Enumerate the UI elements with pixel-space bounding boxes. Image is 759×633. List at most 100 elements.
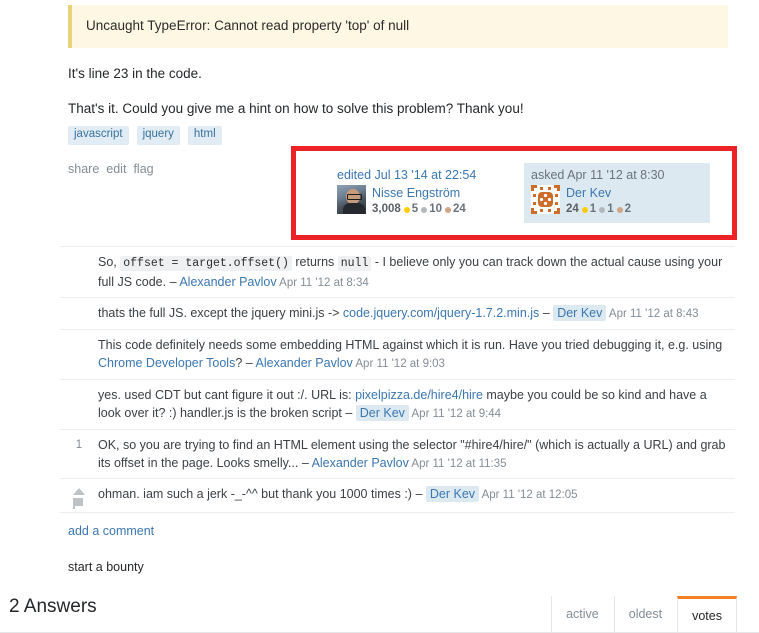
comment-separator: – xyxy=(169,274,180,289)
comment-text-run: So, xyxy=(98,255,121,269)
comment-text: This code definitely needs some embeddin… xyxy=(98,336,735,373)
inline-code: offset = target.offset() xyxy=(120,256,292,271)
comment-timestamp[interactable]: Apr 11 '12 at 9:03 xyxy=(353,358,445,370)
comment-gutter xyxy=(60,304,98,305)
edited-timestamp[interactable]: edited Jul 13 '14 at 22:54 xyxy=(337,168,509,182)
reputation-score: 3,008 xyxy=(372,202,401,215)
tag-list: javascript jquery html xyxy=(68,126,222,145)
silver-badge: 10 xyxy=(421,202,442,218)
comment-author-link-owner[interactable]: Der Kev xyxy=(425,486,480,503)
comment-timestamp[interactable]: Apr 11 '12 at 8:34 xyxy=(277,277,369,289)
post-menu: share edit flag xyxy=(68,162,154,176)
start-bounty-link[interactable]: start a bounty xyxy=(68,560,144,574)
silver-badge-icon xyxy=(599,206,606,213)
comment-separator: – xyxy=(539,306,554,321)
flag-link[interactable]: flag xyxy=(133,162,153,176)
identicon-icon xyxy=(531,185,560,214)
answers-count-title: 2 Answers xyxy=(9,596,97,617)
comment-gutter xyxy=(60,253,98,254)
bronze-badge-count: 2 xyxy=(624,202,632,215)
comment-text: yes. used CDT but cant figure it out :/.… xyxy=(98,386,735,423)
inline-code: null xyxy=(337,256,372,271)
add-comment-link[interactable]: add a comment xyxy=(68,524,154,538)
comment-author-link-owner[interactable]: Der Kev xyxy=(553,305,607,322)
comment-gutter xyxy=(60,386,98,387)
bronze-badge-count: 24 xyxy=(452,202,466,215)
comment-timestamp[interactable]: Apr 11 '12 at 11:35 xyxy=(409,458,506,470)
tag-javascript[interactable]: javascript xyxy=(68,126,129,145)
edit-link[interactable]: edit xyxy=(106,162,126,176)
comment-score: 1 xyxy=(75,438,83,451)
comment-row: This code definitely needs some embeddin… xyxy=(60,330,735,380)
comment-list: So, offset = target.offset() returns nul… xyxy=(60,246,735,514)
comment-text: OK, so you are trying to find an HTML el… xyxy=(98,436,735,473)
tag-jquery[interactable]: jquery xyxy=(136,126,180,145)
comment-separator: – xyxy=(415,487,426,502)
asked-timestamp[interactable]: asked Apr 11 '12 at 8:30 xyxy=(531,168,703,182)
comment-separator: – xyxy=(345,405,356,420)
comment-separator: – xyxy=(245,356,256,371)
avatar[interactable] xyxy=(337,185,366,214)
comment-text-run: thats the full JS. except the jquery min… xyxy=(98,306,343,321)
asker-user-card: asked Apr 11 '12 at 8:30 Der Kev 24 1 1 … xyxy=(524,163,710,224)
tab-votes[interactable]: votes xyxy=(677,596,737,632)
comment-gutter xyxy=(60,336,98,337)
comment-link[interactable]: code.jquery.com/jquery-1.7.2.min.js xyxy=(343,306,539,320)
comment-author-link[interactable]: Alexander Pavlov xyxy=(256,356,353,370)
editor-username[interactable]: Nisse Engström xyxy=(372,185,466,202)
editor-reputation-row: 3,008 5 10 24 xyxy=(372,202,466,218)
asker-username[interactable]: Der Kev xyxy=(566,185,631,202)
silver-badge-count: 1 xyxy=(607,202,614,215)
comment-timestamp[interactable]: Apr 11 '12 at 12:05 xyxy=(479,489,578,501)
comment-text: ohman. iam such a jerk -_-^^ but thank y… xyxy=(98,485,735,504)
comment-flag-icon[interactable] xyxy=(73,498,83,510)
comment-text-run: ohman. iam such a jerk -_-^^ but thank y… xyxy=(98,487,416,502)
comment-upvote-icon[interactable] xyxy=(73,488,85,496)
bronze-badge-icon xyxy=(616,206,623,213)
comment-row: thats the full JS. except the jquery min… xyxy=(60,298,735,331)
gold-badge-icon xyxy=(403,206,410,213)
comment-author-link[interactable]: Alexander Pavlov xyxy=(179,275,276,289)
asker-reputation-row: 24 1 1 2 xyxy=(566,202,631,218)
gold-badge-count: 5 xyxy=(411,202,419,215)
comment-timestamp[interactable]: Apr 11 '12 at 9:44 xyxy=(409,408,501,420)
comment-author-link-owner[interactable]: Der Kev xyxy=(355,404,409,421)
gold-badge-count: 1 xyxy=(589,202,597,215)
bronze-badge-icon xyxy=(444,206,451,213)
comment-link[interactable]: Chrome Developer Tools xyxy=(98,356,235,370)
comment-row: yes. used CDT but cant figure it out :/.… xyxy=(60,380,735,430)
glasses-detail xyxy=(347,194,362,200)
question-paragraph-2: That's it. Could you give me a hint on h… xyxy=(68,100,524,116)
user-card-row: edited Jul 13 '14 at 22:54 Nisse Engströ… xyxy=(330,163,710,224)
answer-sort-tabs: active oldest votes xyxy=(551,596,737,632)
comment-gutter xyxy=(60,485,98,510)
comment-separator: – xyxy=(301,455,312,470)
question-body: Uncaught TypeError: Cannot read property… xyxy=(68,0,728,118)
avatar[interactable] xyxy=(531,185,560,214)
comment-text-run: returns xyxy=(291,255,338,269)
comment-text: So, offset = target.offset() returns nul… xyxy=(98,253,735,291)
editor-user-card: edited Jul 13 '14 at 22:54 Nisse Engströ… xyxy=(330,163,516,223)
comment-link[interactable]: pixelpizza.de/hire4/hire xyxy=(355,388,483,402)
comment-timestamp[interactable]: Apr 11 '12 at 8:43 xyxy=(606,308,699,320)
comment-gutter: 1 xyxy=(60,436,98,454)
silver-badge-icon xyxy=(421,206,428,213)
bronze-badge: 2 xyxy=(616,202,632,218)
comment-author-link[interactable]: Alexander Pavlov xyxy=(312,456,409,470)
tag-html[interactable]: html xyxy=(187,126,222,145)
silver-badge-count: 10 xyxy=(429,202,442,215)
silver-badge: 1 xyxy=(599,202,614,218)
comment-row: ohman. iam such a jerk -_-^^ but thank y… xyxy=(60,479,735,514)
bronze-badge: 24 xyxy=(444,202,466,218)
gold-badge: 1 xyxy=(581,202,597,218)
tab-oldest[interactable]: oldest xyxy=(613,596,677,632)
comment-text-run: ? xyxy=(235,356,246,371)
error-quote: Uncaught TypeError: Cannot read property… xyxy=(68,5,728,48)
tab-active[interactable]: active xyxy=(551,596,614,632)
comment-text-run: This code definitely needs some embeddin… xyxy=(98,338,723,353)
comment-row: 1 OK, so you are trying to find an HTML e… xyxy=(60,430,735,480)
share-link[interactable]: share xyxy=(68,162,99,176)
comment-text: thats the full JS. except the jquery min… xyxy=(98,304,735,323)
comment-row: So, offset = target.offset() returns nul… xyxy=(60,246,735,299)
comment-text-run: yes. used CDT but cant figure it out :/.… xyxy=(98,387,356,402)
